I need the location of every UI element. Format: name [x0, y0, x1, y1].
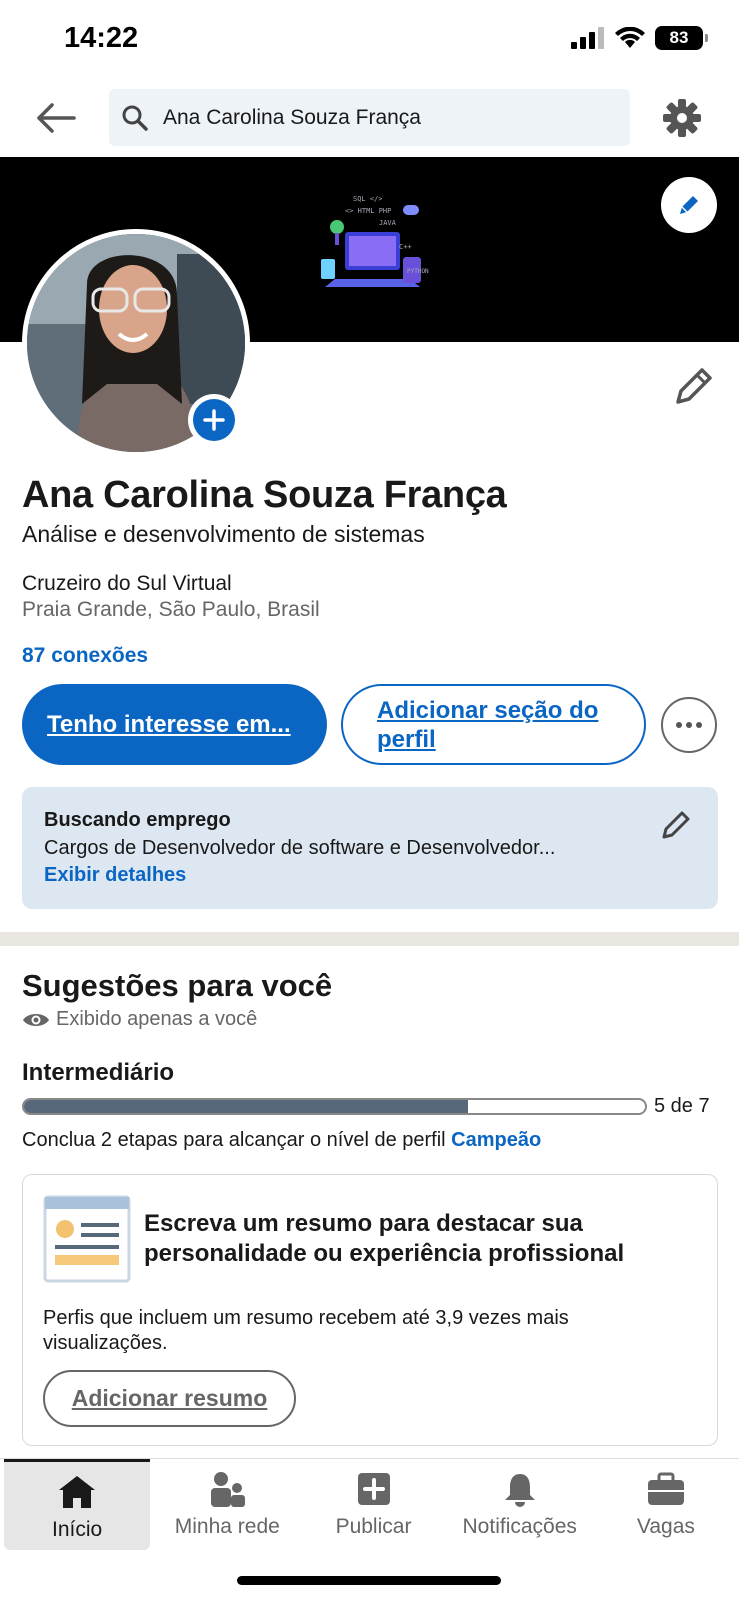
open-to-work-title: Buscando emprego [44, 809, 231, 831]
connections-link[interactable]: 87 conexões [22, 644, 148, 668]
banner-illustration: SQL </> <> HTML PHP JAVA C++ PYTHON [321, 195, 429, 287]
summary-card-text: Perfis que incluem um resumo recebem até… [43, 1307, 569, 1354]
status-icons: 83 [571, 26, 708, 50]
svg-text:<> HTML PHP: <> HTML PHP [345, 207, 391, 215]
show-details-link[interactable]: Exibir detalhes [44, 864, 696, 887]
top-nav [0, 88, 739, 148]
settings-button[interactable] [660, 96, 704, 140]
nav-home[interactable]: Início [4, 1459, 151, 1550]
battery-indicator: 83 [655, 26, 708, 50]
profile-school[interactable]: Cruzeiro do Sul Virtual [22, 572, 232, 596]
svg-text:PYTHON: PYTHON [407, 268, 429, 275]
profile-card-icon [43, 1195, 131, 1283]
edit-open-to-work-button[interactable] [660, 809, 692, 841]
progress-hint-text: Conclua 2 etapas para alcançar o nível d… [22, 1129, 446, 1151]
summary-card-title: Escreva um resumo para destacar sua pers… [144, 1210, 625, 1267]
home-icon [59, 1476, 96, 1508]
nav-post-label: Publicar [335, 1515, 412, 1538]
open-to-work-card[interactable]: Buscando emprego Cargos de Desenvolvedor… [22, 787, 718, 909]
edit-banner-button[interactable] [661, 177, 717, 233]
bottom-nav: Início Minha rede Publicar Notificações … [0, 1458, 739, 1550]
profile-progress-bar [22, 1098, 647, 1115]
gear-icon [663, 99, 701, 137]
status-time: 14:22 [64, 22, 139, 54]
pencil-icon [680, 196, 698, 214]
plus-square-icon [357, 1473, 390, 1505]
section-divider [0, 932, 739, 946]
search-input[interactable] [163, 105, 603, 130]
more-button[interactable] [661, 697, 717, 753]
pencil-icon [676, 368, 712, 404]
more-dots-icon [676, 722, 702, 728]
profile-progress-fill [24, 1100, 468, 1113]
profile-progress-text: 5 de 7 [654, 1095, 710, 1117]
profile-name: Ana Carolina Souza França [22, 474, 507, 516]
nav-notifications[interactable]: Notificações [447, 1459, 593, 1550]
home-indicator [237, 1576, 501, 1585]
profile-location: Praia Grande, São Paulo, Brasil [22, 598, 320, 621]
open-to-work-description: Cargos de Desenvolvedor de software e De… [44, 837, 556, 859]
arrow-left-icon [37, 103, 76, 133]
svg-text:SQL </>: SQL </> [353, 195, 383, 203]
people-icon [211, 1472, 246, 1507]
status-bar: 14:22 83 [0, 0, 739, 80]
add-profile-section-button[interactable]: Adicionar seção do perfil [341, 684, 646, 765]
svg-text:C++: C++ [399, 243, 412, 251]
progress-hint-level[interactable]: Campeão [451, 1129, 541, 1151]
nav-my-network-label: Minha rede [174, 1515, 280, 1538]
suggestions-visibility: Exibido apenas a você [22, 1008, 257, 1031]
nav-jobs-label: Vagas [636, 1515, 695, 1538]
wifi-icon [615, 27, 645, 48]
cellular-signal-icon [571, 27, 604, 49]
add-summary-button[interactable]: Adicionar resumo [43, 1370, 296, 1427]
summary-suggestion-card: Escreva um resumo para destacar sua pers… [22, 1174, 718, 1446]
back-button[interactable] [34, 96, 78, 140]
suggestions-visibility-text: Exibido apenas a você [56, 1008, 258, 1030]
profile-progress-hint: Conclua 2 etapas para alcançar o nível d… [22, 1129, 541, 1152]
nav-post[interactable]: Publicar [300, 1459, 446, 1550]
nav-notifications-label: Notificações [462, 1515, 577, 1538]
search-box[interactable] [109, 89, 630, 146]
briefcase-icon [647, 1472, 684, 1505]
profile-headline: Análise e desenvolvimento de sistemas [22, 521, 425, 547]
eye-icon [23, 1013, 49, 1026]
nav-home-label: Início [52, 1518, 103, 1541]
add-photo-button[interactable] [188, 394, 240, 446]
svg-text:JAVA: JAVA [379, 219, 397, 227]
search-icon [122, 105, 148, 131]
nav-jobs[interactable]: Vagas [593, 1459, 739, 1550]
profile-level: Intermediário [22, 1059, 175, 1086]
bell-icon [504, 1474, 535, 1507]
suggestions-title: Sugestões para você [22, 968, 333, 1003]
pencil-icon [662, 811, 690, 839]
edit-profile-button[interactable] [672, 364, 716, 408]
nav-my-network[interactable]: Minha rede [154, 1459, 300, 1550]
plus-icon [193, 399, 235, 441]
interested-in-button[interactable]: Tenho interesse em... [22, 684, 327, 765]
